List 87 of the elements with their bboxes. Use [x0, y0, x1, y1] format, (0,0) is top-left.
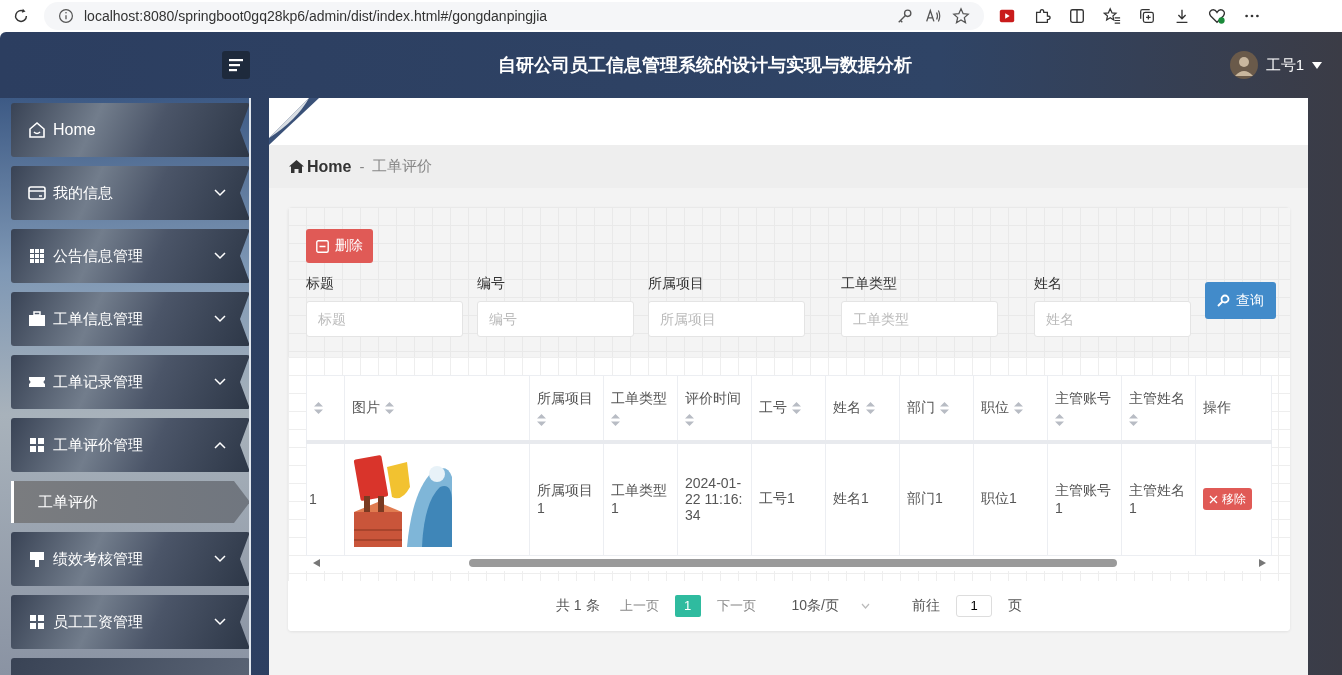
column-header: 图片 [352, 398, 380, 417]
url-text: localhost:8080/springboot0gq28kp6/admin/dist/index.html#/gongdanpingjia [84, 8, 549, 24]
filter-label: 标题 [306, 275, 335, 293]
submenu-item[interactable]: 工单评价 [11, 481, 249, 523]
app-title: 自研公司员工信息管理系统的设计与实现与数据分析 [496, 54, 913, 77]
breadcrumb-current: 工单评价 [372, 157, 433, 176]
table-cell: 主管姓名1 [1129, 482, 1185, 516]
filter-label: 所属项目 [648, 275, 705, 293]
menu-item[interactable]: 绩效考核管理 [11, 532, 249, 586]
column-header: 操作 [1203, 398, 1231, 417]
reload-icon[interactable] [12, 7, 30, 25]
chevron-down-icon [861, 602, 870, 609]
heart-icon[interactable] [1208, 7, 1226, 25]
table-cell: 职位1 [981, 490, 1017, 506]
close-icon [1209, 494, 1218, 504]
avatar[interactable] [1229, 51, 1258, 79]
prev-page-button[interactable]: 上一页 [619, 596, 659, 615]
table-cell: 所属项目1 [537, 482, 593, 516]
table-cell: 工单类型1 [611, 482, 667, 516]
split-screen-icon[interactable] [1068, 7, 1086, 25]
menu-item[interactable]: 工单记录管理 [11, 355, 249, 409]
puzzle-icon[interactable] [1033, 7, 1051, 25]
briefcase-icon [27, 309, 47, 329]
breadcrumb-separator: - [359, 158, 365, 175]
favorites-icon[interactable] [1103, 7, 1121, 25]
filter-input[interactable]: 工单类型 [841, 301, 998, 337]
filter-label: 编号 [477, 275, 506, 293]
column-header: 主管姓名 [1129, 389, 1185, 408]
goto-label: 前往 [912, 596, 940, 615]
table-cell: 2024-01-22 11:16:34 [685, 475, 743, 523]
scroll-right-icon[interactable] [1259, 559, 1267, 567]
page-suffix: 页 [1008, 596, 1022, 615]
address-bar[interactable]: localhost:8080/springboot0gq28kp6/admin/dist/index.html#/gongdanpingjia [44, 2, 984, 30]
column-header: 工号 [759, 398, 787, 417]
menu-item[interactable]: 我的信息 [11, 166, 249, 220]
key-icon[interactable] [896, 7, 914, 25]
grid-icon [27, 612, 47, 632]
column-header: 工单类型 [611, 389, 667, 408]
brush-icon [27, 549, 47, 569]
table-cell: 1 [309, 491, 317, 507]
page-fold-drawing [269, 98, 319, 145]
menu-item[interactable]: 工单信息管理 [11, 292, 249, 346]
goto-page-input[interactable]: 1 [956, 594, 992, 617]
scroll-left-icon[interactable] [312, 559, 320, 567]
page-size-select[interactable]: 10条/页 [785, 595, 876, 616]
grid-icon [27, 246, 47, 266]
column-header: 评价时间 [685, 389, 741, 408]
caret-icon[interactable] [1312, 61, 1322, 69]
column-header: 所属项目 [537, 389, 593, 408]
filter-input[interactable]: 标题 [306, 301, 463, 337]
next-page-button[interactable]: 下一页 [716, 596, 756, 615]
search-button[interactable]: 查询 [1205, 282, 1276, 319]
table-cell: 姓名1 [833, 490, 869, 506]
table-cell: 主管账号1 [1055, 482, 1111, 516]
total-count: 共 1 条 [555, 596, 600, 615]
home-icon [289, 160, 304, 173]
collections-icon[interactable] [1138, 7, 1156, 25]
search-icon [1217, 294, 1230, 307]
menu-icon [228, 58, 244, 72]
table-cell: 部门1 [907, 490, 943, 506]
breadcrumb-home[interactable]: Home [289, 157, 352, 176]
filter-input[interactable]: 编号 [477, 301, 634, 337]
table-cell: 工号1 [759, 490, 795, 506]
menu-item[interactable]: 工单评价管理 [11, 418, 249, 472]
grid-icon [27, 435, 47, 455]
menu-item[interactable]: Home [11, 103, 249, 157]
column-header: 姓名 [833, 398, 861, 417]
user-name[interactable]: 工号1 [1265, 55, 1304, 75]
menu-item[interactable]: 员工工资管理 [11, 595, 249, 649]
star-icon[interactable] [952, 7, 970, 25]
filter-input[interactable]: 所属项目 [648, 301, 805, 337]
video-icon[interactable] [998, 7, 1016, 25]
menu-toggle-button[interactable] [222, 51, 250, 79]
column-header: 部门 [907, 398, 935, 417]
delete-button[interactable]: 删除 [306, 229, 373, 263]
minus-square-icon [316, 239, 329, 253]
filter-label: 姓名 [1034, 275, 1063, 293]
read-aloud-icon[interactable] [924, 7, 942, 25]
remove-button[interactable]: 移除 [1203, 488, 1252, 510]
column-header: 主管账号 [1055, 389, 1111, 408]
menu-item[interactable]: 公告信息管理 [11, 229, 249, 283]
column-header: 职位 [981, 398, 1009, 417]
filter-label: 工单类型 [841, 275, 898, 293]
card-icon [27, 183, 47, 203]
home-icon [27, 120, 47, 140]
filter-input[interactable]: 姓名 [1034, 301, 1191, 337]
info-icon[interactable] [58, 8, 74, 24]
